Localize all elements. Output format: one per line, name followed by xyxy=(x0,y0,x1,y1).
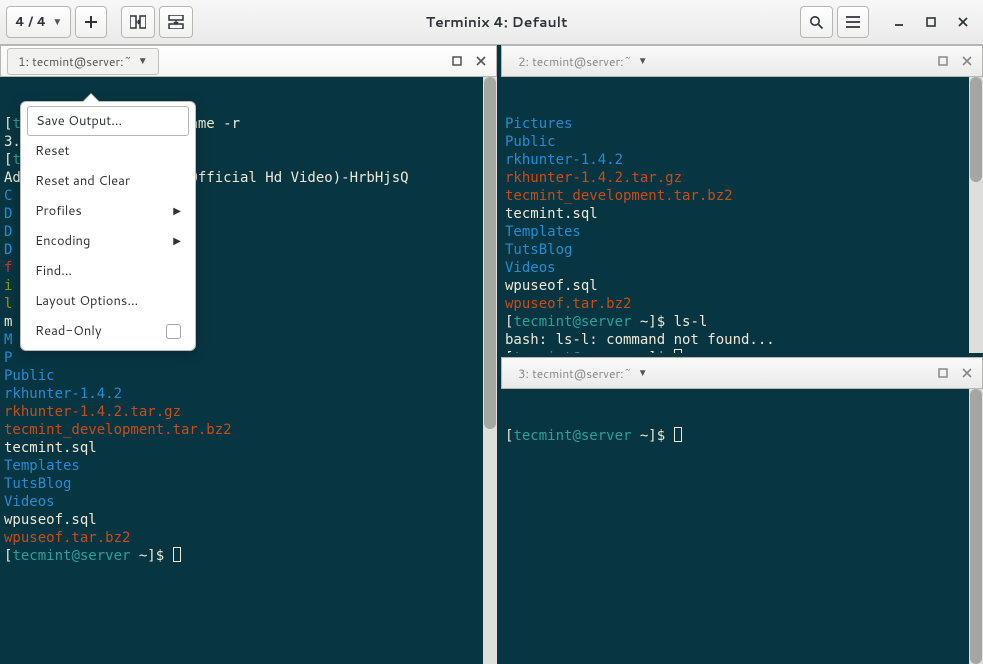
menu-find[interactable]: Find… xyxy=(21,256,195,286)
split-down-button[interactable] xyxy=(159,6,193,38)
chevron-right-icon: ▶ xyxy=(173,204,181,218)
pane-left-header: 1: tecmint@server:~ ▼ xyxy=(0,45,497,77)
menu-button[interactable] xyxy=(837,6,869,38)
pane-right-top: 2: tecmint@server:~ ▼ Pictures Public rk… xyxy=(501,45,983,353)
menu-save-output[interactable]: Save Output… xyxy=(27,106,189,136)
pane-left-maximize-icon[interactable] xyxy=(448,52,466,70)
close-button[interactable] xyxy=(949,8,977,36)
pane-right-bottom-header: 3: tecmint@server:~ ▼ xyxy=(501,357,983,389)
pane-right-top-maximize-icon[interactable] xyxy=(934,52,952,70)
pane-right-top-tab-label: 2: tecmint@server:~ xyxy=(518,53,632,70)
menu-layout-label: Layout Options… xyxy=(35,292,138,310)
pane-right-top-tab[interactable]: 2: tecmint@server:~ ▼ xyxy=(508,49,658,74)
pane-right-top-header: 2: tecmint@server:~ ▼ xyxy=(501,45,983,77)
scrollbar[interactable] xyxy=(969,77,983,353)
menu-reset-clear-label: Reset and Clear xyxy=(35,172,130,190)
terminal-context-menu: Save Output… Reset Reset and Clear Profi… xyxy=(20,101,196,351)
titlebar: 4 / 4 ▼ Terminix 4: Default xyxy=(0,0,983,45)
pane-right-bottom-close-icon[interactable] xyxy=(958,364,976,382)
scrollbar[interactable] xyxy=(483,77,497,664)
chevron-right-icon: ▶ xyxy=(173,234,181,248)
pane-left-tab-label: 1: tecmint@server:~ xyxy=(18,53,132,70)
add-tab-button[interactable] xyxy=(75,6,107,38)
column-right: 2: tecmint@server:~ ▼ Pictures Public rk… xyxy=(501,45,983,664)
pane-right-bottom-tab[interactable]: 3: tecmint@server:~ ▼ xyxy=(508,361,658,386)
terminal-right-top[interactable]: Pictures Public rkhunter-1.4.2 rkhunter-… xyxy=(501,77,983,353)
checkbox-icon[interactable] xyxy=(166,324,181,339)
menu-find-label: Find… xyxy=(35,262,72,280)
menu-profiles-label: Profiles xyxy=(35,202,82,220)
maximize-button[interactable] xyxy=(917,8,945,36)
search-button[interactable] xyxy=(800,6,833,38)
menu-readonly-label: Read-Only xyxy=(35,322,102,340)
menu-save-output-label: Save Output… xyxy=(36,112,122,130)
menu-encoding[interactable]: Encoding ▶ xyxy=(21,226,195,256)
window-title: Terminix 4: Default xyxy=(197,12,796,32)
menu-reset-clear[interactable]: Reset and Clear xyxy=(21,166,195,196)
terminal-right-top-content: Pictures Public rkhunter-1.4.2 rkhunter-… xyxy=(505,115,979,353)
tab-counter-text: 4 / 4 xyxy=(15,13,46,31)
scrollbar-thumb[interactable] xyxy=(484,77,496,429)
pane-left-tab[interactable]: 1: tecmint@server:~ ▼ xyxy=(7,48,159,75)
scrollbar[interactable] xyxy=(969,389,983,664)
chevron-down-icon: ▼ xyxy=(638,366,648,380)
pane-right-bottom: 3: tecmint@server:~ ▼ [tecmint@server ~]… xyxy=(501,357,983,664)
menu-reset-label: Reset xyxy=(35,142,70,160)
menu-read-only[interactable]: Read-Only xyxy=(21,316,195,346)
tab-counter-dropdown[interactable]: 4 / 4 ▼ xyxy=(6,6,71,38)
menu-profiles[interactable]: Profiles ▶ xyxy=(21,196,195,226)
minimize-button[interactable] xyxy=(885,8,913,36)
menu-reset[interactable]: Reset xyxy=(21,136,195,166)
pane-right-top-close-icon[interactable] xyxy=(958,52,976,70)
chevron-down-icon: ▼ xyxy=(138,54,148,68)
terminal-right-bottom[interactable]: [tecmint@server ~]$ xyxy=(501,389,983,664)
chevron-down-icon: ▼ xyxy=(52,15,62,29)
pane-left-close-icon[interactable] xyxy=(472,52,490,70)
menu-layout-options[interactable]: Layout Options… xyxy=(21,286,195,316)
menu-encoding-label: Encoding xyxy=(35,232,90,250)
split-right-button[interactable] xyxy=(121,6,155,38)
terminal-right-bottom-content: [tecmint@server ~]$ xyxy=(505,427,979,445)
pane-right-bottom-maximize-icon[interactable] xyxy=(934,364,952,382)
scrollbar-thumb[interactable] xyxy=(970,77,982,182)
pane-right-bottom-tab-label: 3: tecmint@server:~ xyxy=(518,365,632,382)
scrollbar-thumb[interactable] xyxy=(970,389,982,664)
chevron-down-icon: ▼ xyxy=(638,54,648,68)
